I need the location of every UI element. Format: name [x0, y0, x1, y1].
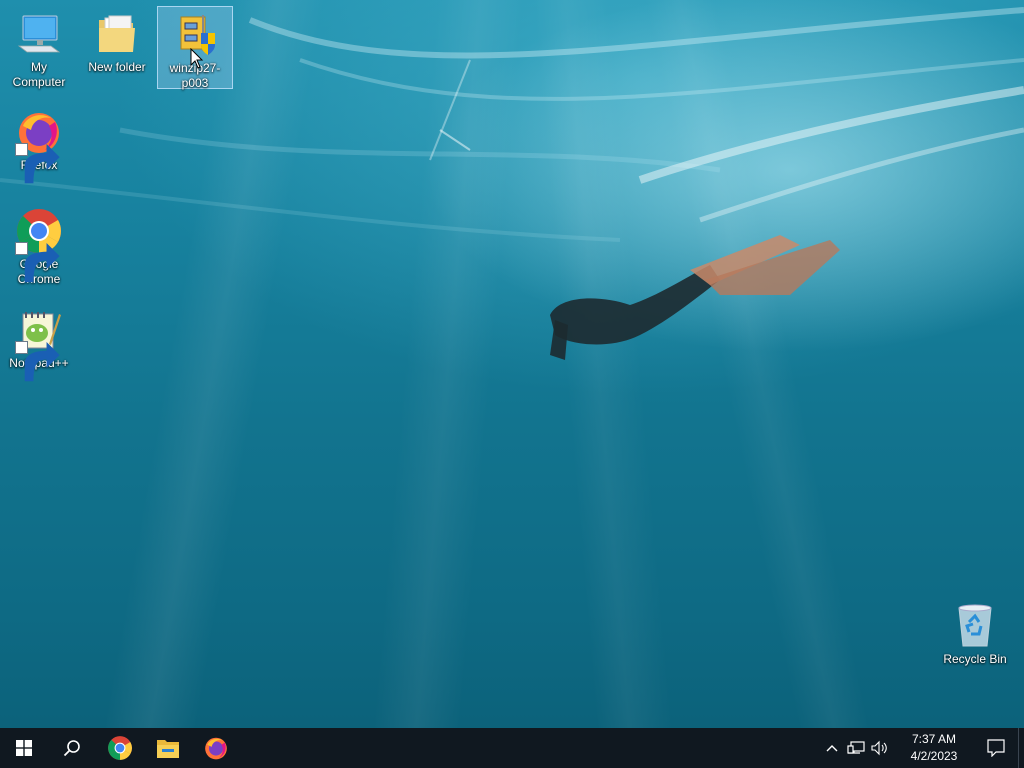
system-tray: 7:37 AM 4/2/2023: [820, 728, 1024, 768]
volume-icon: [871, 740, 887, 756]
clock-date: 4/2/2023: [910, 749, 958, 763]
desktop-icon-winzip-installer[interactable]: winzip27-p003: [157, 6, 233, 90]
winzip-installer-icon: [171, 11, 219, 59]
desktop-icon-google-chrome[interactable]: Google Chrome: [1, 203, 77, 287]
shortcut-arrow-icon: [15, 242, 60, 283]
firefox-icon: [15, 108, 63, 184]
icon-label: winzip27-p003: [169, 61, 221, 90]
wallpaper-diver: [550, 235, 840, 360]
chrome-icon: [108, 736, 132, 760]
action-center-icon: [987, 739, 1005, 757]
notepadpp-icon: [15, 306, 63, 382]
taskbar-chrome[interactable]: [96, 728, 144, 768]
search-icon: [63, 740, 80, 757]
show-hidden-icons-button[interactable]: [820, 728, 844, 768]
desktop-icon-my-computer[interactable]: My Computer: [1, 6, 77, 90]
taskbar-firefox[interactable]: [192, 728, 240, 768]
light-rays: [0, 0, 1024, 768]
desktop-icon-notepadpp[interactable]: Notepad++: [1, 302, 77, 382]
action-center-button[interactable]: [974, 728, 1018, 768]
windows-logo-icon: [16, 740, 32, 756]
desktop-icon-new-folder[interactable]: New folder: [79, 6, 155, 75]
icon-label: New folder: [88, 60, 146, 74]
firefox-icon: [205, 737, 227, 760]
taskbar-file-explorer[interactable]: [144, 728, 192, 768]
clock-time: 7:37 AM: [911, 732, 957, 746]
desktop-icon-firefox[interactable]: Firefox: [1, 104, 77, 184]
taskbar: 7:37 AM 4/2/2023: [0, 728, 1024, 768]
taskbar-clock[interactable]: 7:37 AM 4/2/2023: [892, 731, 974, 765]
icon-label: Recycle Bin: [943, 652, 1007, 666]
start-button[interactable]: [0, 728, 48, 768]
volume-button[interactable]: [868, 728, 892, 768]
shortcut-arrow-icon: [15, 341, 60, 382]
chrome-icon: [15, 207, 63, 283]
network-icon: [847, 741, 865, 754]
file-explorer-icon: [157, 740, 179, 758]
desktop-icon-recycle-bin[interactable]: Recycle Bin: [937, 598, 1013, 667]
search-button[interactable]: [48, 728, 96, 768]
shortcut-arrow-icon: [15, 143, 60, 184]
network-button[interactable]: [844, 728, 868, 768]
computer-icon: [15, 10, 63, 58]
icon-label: My Computer: [12, 60, 66, 89]
chevron-up-icon: [826, 745, 838, 752]
recycle-bin-icon: [951, 602, 999, 650]
desktop[interactable]: My Computer New folder winzip27-p003 Fir…: [0, 0, 1024, 768]
folder-icon: [93, 10, 141, 58]
show-desktop-button[interactable]: [1018, 728, 1024, 768]
